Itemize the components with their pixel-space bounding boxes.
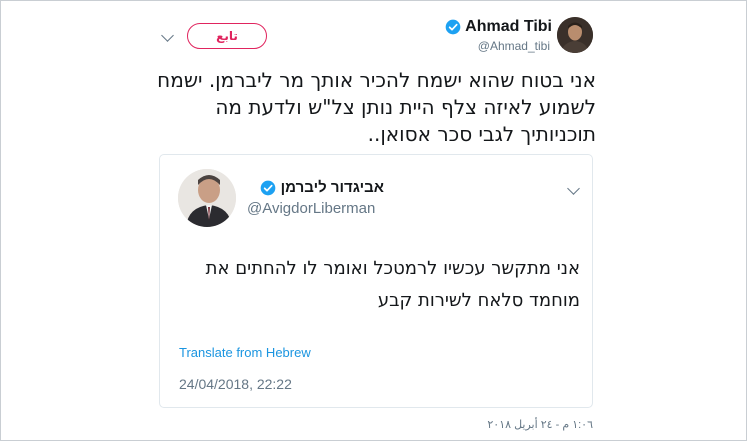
chevron-down-icon[interactable] [567,182,580,195]
author-name-text[interactable]: Ahmad Tibi [465,18,552,36]
quoted-author-avatar[interactable] [178,169,236,227]
avatar-portrait-icon [557,17,593,53]
tweet-timestamp[interactable]: ١:٠٦ م - ٢٤ أبريل ٢٠١٨ [481,418,593,431]
tweet-text: אני בטוח שהוא ישמח להכיר אותך מר ליברמן.… [157,68,596,146]
quoted-tweet-text: אני מתקשר עכשיו לרמטכל ואומר לו להחתים א… [205,258,580,311]
quoted-author-name-text[interactable]: אביגדור ליברמן [281,179,384,196]
translate-link[interactable]: Translate from Hebrew [179,345,311,360]
author-handle[interactable]: @Ahmad_tibi [478,39,550,53]
verified-badge-icon [445,19,461,35]
follow-button[interactable]: تابع [187,23,267,49]
verified-badge-icon [260,180,275,195]
author-avatar[interactable] [557,17,593,53]
author-name[interactable]: Ahmad Tibi [445,18,552,36]
quoted-timestamp[interactable]: 24/04/2018, 22:22 [179,376,292,392]
chevron-down-icon[interactable] [161,29,174,42]
quoted-tweet-card[interactable]: אביגדור ליברמן @AvigdorLiberman אני מתקש… [159,154,593,408]
quoted-author-handle[interactable]: @AvigdorLiberman [247,200,375,217]
avatar-portrait-icon [178,169,236,227]
quoted-author-name[interactable]: אביגדור ליברמן [260,179,384,196]
